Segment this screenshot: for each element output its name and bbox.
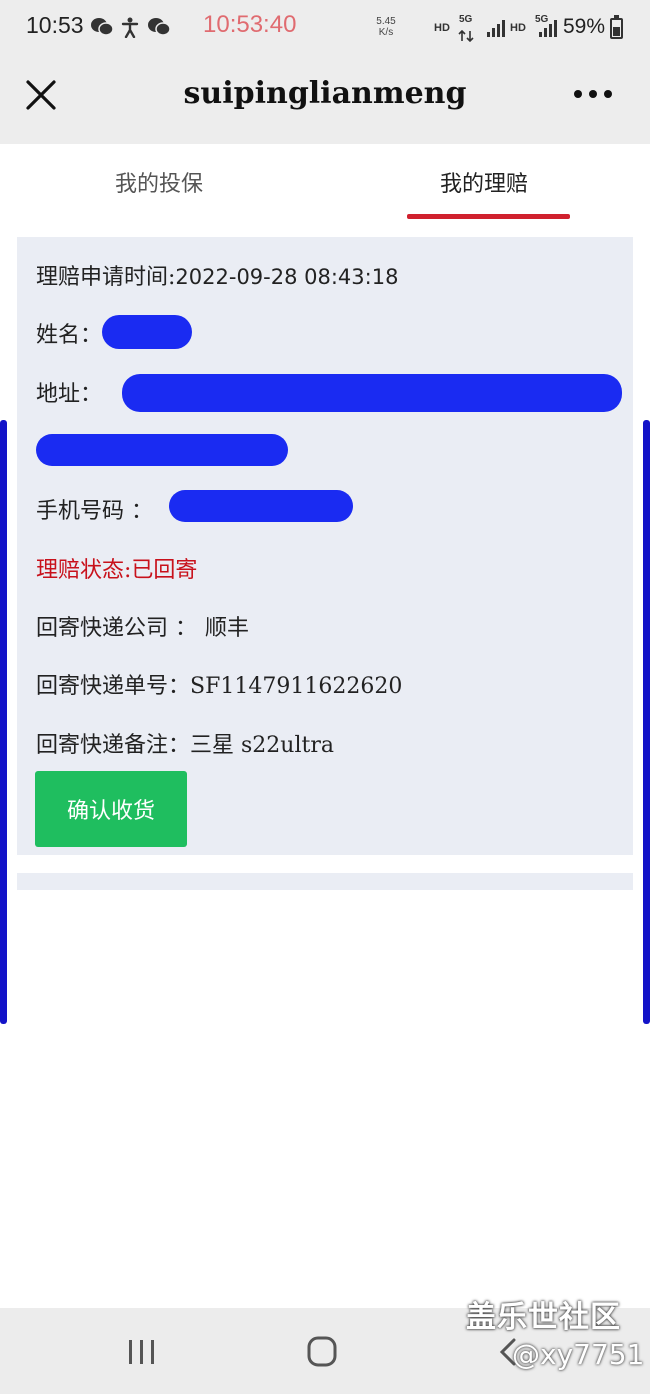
recent-apps-icon[interactable]	[122, 1336, 162, 1368]
battery-percent: 59%	[563, 15, 606, 38]
apply-time-row: 理赔申请时间:2022-09-28 08:43:18	[36, 259, 398, 291]
data-arrows-icon	[458, 27, 474, 43]
redacted-phone	[169, 490, 353, 522]
hd-label: HD	[510, 22, 526, 34]
clock-overlay: 10:53:40	[203, 11, 297, 38]
page-title: suipinglianmeng	[183, 76, 467, 111]
redacted-address-line2	[36, 434, 288, 466]
tab-my-claims[interactable]: 我的理赔	[440, 166, 528, 198]
watermark-user: @xy7751	[512, 1338, 645, 1371]
tab-bar: 我的投保 我的理赔	[0, 144, 650, 226]
express-note-value: 三星 s22ultra	[190, 733, 334, 758]
apply-time-value: 2022-09-28 08:43:18	[175, 265, 399, 289]
apply-time-label: 理赔申请时间:	[36, 265, 176, 290]
fiveg-label: 5G	[459, 14, 473, 25]
next-card-edge	[17, 873, 633, 890]
status-bar: 10:53 10:53:40 5.45 K/s HD 5G HD 5G 59%	[0, 0, 650, 56]
express-no-value: SF1147911622620	[190, 674, 403, 699]
signal-icon	[486, 18, 508, 38]
name-row: 姓名：	[36, 317, 102, 349]
wechat-icon	[90, 16, 114, 38]
accessibility-icon	[120, 16, 144, 39]
name-label: 姓名：	[36, 323, 103, 348]
hd-label: HD	[434, 22, 450, 34]
express-company-label: 回寄快递公司 ：	[36, 616, 197, 641]
status-time: 10:53	[26, 12, 84, 38]
redacted-name	[102, 315, 192, 349]
home-icon[interactable]	[302, 1336, 342, 1368]
wechat-icon	[147, 16, 171, 38]
battery-icon	[610, 15, 623, 39]
tab-my-insurance[interactable]: 我的投保	[115, 166, 203, 198]
net-speed-value: 5.45	[376, 16, 396, 27]
express-no-row: 回寄快递单号：SF1147911622620	[36, 668, 402, 700]
phone-row: 手机号码 ：	[36, 493, 153, 525]
left-edge-indicator	[0, 420, 7, 1024]
nav-bar: suipinglianmeng	[0, 56, 650, 144]
redacted-address-line1	[122, 374, 622, 412]
address-label: 地址：	[36, 382, 103, 407]
signal-icon	[538, 18, 560, 38]
tab-active-indicator	[407, 214, 570, 219]
express-company-row: 回寄快递公司 ： 顺丰	[36, 610, 249, 642]
address-row: 地址：	[36, 376, 102, 408]
claim-card: 理赔申请时间:2022-09-28 08:43:18 姓名： 地址： 手机号码 …	[17, 237, 633, 855]
watermark-community: 盖乐世社区	[466, 1300, 621, 1335]
net-speed: 5.45 K/s	[372, 16, 400, 38]
right-edge-indicator	[643, 420, 650, 1024]
confirm-receipt-button[interactable]: 确认收货	[35, 771, 187, 847]
claim-status: 理赔状态:已回寄	[36, 558, 198, 583]
express-note-row: 回寄快递备注：三星 s22ultra	[36, 727, 334, 759]
phone-label: 手机号码 ：	[36, 499, 153, 524]
more-icon[interactable]	[572, 86, 616, 100]
express-no-label: 回寄快递单号：	[36, 674, 191, 699]
express-company-value: 顺丰	[205, 616, 250, 641]
net-speed-unit: K/s	[378, 27, 394, 38]
express-note-label: 回寄快递备注：	[36, 733, 191, 758]
